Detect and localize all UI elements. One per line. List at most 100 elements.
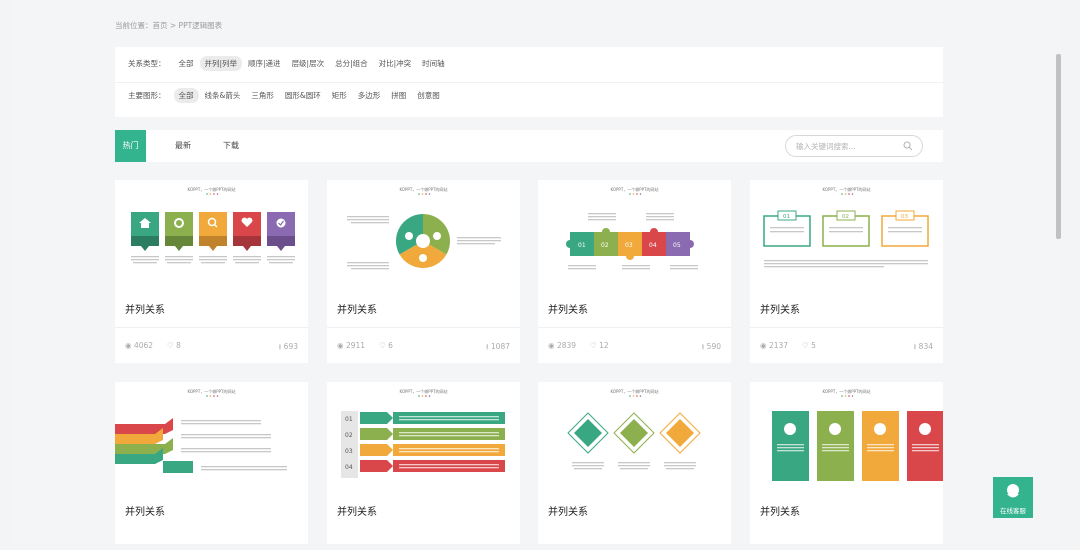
like-count[interactable]: ♡ 8	[167, 341, 181, 350]
card-divider	[538, 327, 731, 328]
card-thumbnail[interactable]: KOPPT，一个做PPT的网站	[327, 180, 520, 290]
card-title[interactable]: 并列关系	[760, 503, 800, 518]
template-card[interactable]: KOPPT，一个做PPT的网站 01 02 03 并列关系 ◉ 2137 ♡ 5…	[750, 180, 943, 363]
shape-option-polygon[interactable]: 多边形	[353, 88, 386, 103]
like-count[interactable]: ♡ 5	[802, 341, 816, 350]
box-number: 01	[783, 214, 790, 220]
shape-option-puzzle[interactable]: 拼图	[386, 88, 411, 103]
eye-icon: ◉	[125, 341, 134, 350]
like-count-value: 6	[388, 341, 393, 350]
shape-option-circle[interactable]: 圆形&圆环	[280, 88, 326, 103]
puzzle-diagram: 01 02 03 04 05	[566, 213, 698, 270]
card-divider	[115, 327, 308, 328]
page-scrollbar[interactable]	[1056, 13, 1061, 543]
tab-newest[interactable]: 最新	[171, 130, 195, 162]
heart-icon[interactable]: ♡	[590, 341, 599, 350]
four-panel-diagram	[772, 411, 943, 481]
search-placeholder: 输入关键词搜索...	[796, 142, 856, 151]
row-number: 01	[345, 416, 353, 423]
relation-option-timeline[interactable]: 时间轴	[417, 56, 450, 71]
card-thumbnail[interactable]: KOPPT，一个做PPT的网站 01 02 03 04 05	[538, 180, 731, 290]
shape-option-triangle[interactable]: 三角形	[246, 88, 279, 103]
template-card[interactable]: KOPPT，一个做PPT的网站 并列关系	[538, 382, 731, 544]
template-card[interactable]: KOPPT，一个做PPT的网站 并列关系 ◉ 4062 ♡ 8 ⭳ 693	[115, 180, 308, 363]
card-title[interactable]: 并列关系	[125, 503, 165, 518]
puzzle-number: 03	[625, 242, 633, 249]
relation-option-composition[interactable]: 总分|组合	[330, 56, 373, 71]
view-count-value: 2839	[556, 341, 577, 350]
box-number: 03	[901, 214, 908, 220]
puzzle-number: 01	[578, 242, 586, 249]
card-divider	[327, 327, 520, 328]
relation-option-contrast[interactable]: 对比|冲突	[374, 56, 417, 71]
shape-option-lines-arrows[interactable]: 线条&箭头	[200, 88, 246, 103]
scrollbar-thumb[interactable]	[1056, 54, 1061, 239]
relation-filter-row: 关系类型： 全部 并列|列举 顺序|递进 层级|层次 总分|组合 对比|冲突 时…	[128, 55, 451, 71]
download-count-value: 1087	[490, 342, 510, 351]
heart-icon[interactable]: ♡	[802, 341, 811, 350]
numbered-box-diagram: 01 02 03	[763, 210, 929, 268]
shape-option-creative[interactable]: 创意图	[412, 88, 445, 103]
template-card[interactable]: KOPPT，一个做PPT的网站 并列关系 ◉ 2911 ♡ 6 ⭳ 1087	[327, 180, 520, 363]
download-count-value: 834	[918, 342, 933, 351]
card-thumbnail[interactable]: KOPPT，一个做PPT的网站	[115, 180, 308, 290]
template-card[interactable]: KOPPT，一个做PPT的网站 01 02 03 04 05 并列关系 ◉ 28…	[538, 180, 731, 363]
heart-icon[interactable]: ♡	[167, 341, 176, 350]
relation-option-all[interactable]: 全部	[174, 56, 199, 71]
card-title[interactable]: 并列关系	[337, 301, 377, 316]
shape-option-rectangle[interactable]: 矩形	[327, 88, 352, 103]
shape-option-all[interactable]: 全部	[173, 87, 199, 103]
card-title[interactable]: 并列关系	[760, 301, 800, 316]
card-thumbnail[interactable]: KOPPT，一个做PPT的网站 01 02 03 04	[327, 382, 520, 492]
card-thumbnail[interactable]: KOPPT，一个做PPT的网站	[750, 382, 943, 492]
stacked-steps-diagram	[115, 418, 287, 473]
filter-panel: 关系类型： 全部 并列|列举 顺序|递进 层级|层次 总分|组合 对比|冲突 时…	[115, 47, 943, 117]
row-number: 04	[345, 464, 353, 471]
five-tile-diagram	[131, 212, 295, 264]
chat-bubble-icon[interactable]	[1005, 483, 1021, 501]
card-thumbnail[interactable]: KOPPT，一个做PPT的网站	[538, 382, 731, 492]
template-card[interactable]: KOPPT，一个做PPT的网站 并列关系	[750, 382, 943, 544]
online-service-button[interactable]: 在线客服	[993, 477, 1033, 518]
relation-option-sequence[interactable]: 顺序|递进	[243, 56, 286, 71]
relation-option-hierarchy[interactable]: 层级|层次	[287, 56, 330, 71]
card-divider	[750, 327, 943, 328]
like-count-value: 8	[176, 341, 181, 350]
template-card[interactable]: KOPPT，一个做PPT的网站 并列关系	[115, 382, 308, 544]
eye-icon: ◉	[548, 341, 557, 350]
diamond-diagram	[567, 412, 701, 470]
search-input[interactable]: 输入关键词搜索...	[785, 135, 923, 157]
card-thumbnail[interactable]: KOPPT，一个做PPT的网站	[115, 382, 308, 492]
box-number: 02	[842, 214, 849, 220]
card-title[interactable]: 并列关系	[125, 301, 165, 316]
card-title[interactable]: 并列关系	[548, 503, 588, 518]
download-count[interactable]: ⭳ 590	[702, 341, 721, 354]
arrow-rows-diagram: 01 02 03 04	[341, 411, 505, 478]
search-icon[interactable]	[903, 141, 913, 151]
view-count: ◉ 2911	[337, 341, 365, 350]
like-count[interactable]: ♡ 6	[379, 341, 393, 350]
heart-icon[interactable]: ♡	[379, 341, 388, 350]
filter-divider	[115, 82, 943, 83]
card-title[interactable]: 并列关系	[337, 503, 377, 518]
download-count[interactable]: ⭳ 1087	[486, 341, 510, 354]
like-count-value: 12	[599, 341, 609, 350]
tab-downloads[interactable]: 下载	[219, 130, 243, 162]
like-count[interactable]: ♡ 12	[590, 341, 609, 350]
download-count[interactable]: ⭳ 693	[279, 341, 298, 354]
view-count: ◉ 2839	[548, 341, 576, 350]
tab-hot[interactable]: 热门	[115, 130, 146, 162]
template-card[interactable]: KOPPT，一个做PPT的网站 01 02 03 04 并列关系	[327, 382, 520, 544]
relation-filter-label: 关系类型：	[128, 58, 166, 68]
breadcrumb: 当前位置：首页 > PPT逻辑图表	[115, 21, 223, 30]
online-service-label: 在线客服	[1000, 507, 1026, 515]
puzzle-number: 02	[601, 242, 609, 249]
relation-option-parallel[interactable]: 并列|列举	[199, 55, 243, 71]
card-thumbnail[interactable]: KOPPT，一个做PPT的网站 01 02 03	[750, 180, 943, 290]
eye-icon: ◉	[337, 341, 346, 350]
puzzle-number: 04	[649, 242, 657, 249]
shape-filter-label: 主要图形：	[128, 90, 166, 100]
download-count[interactable]: ⭳ 834	[914, 341, 933, 354]
view-count-value: 2911	[345, 341, 366, 350]
card-title[interactable]: 并列关系	[548, 301, 588, 316]
